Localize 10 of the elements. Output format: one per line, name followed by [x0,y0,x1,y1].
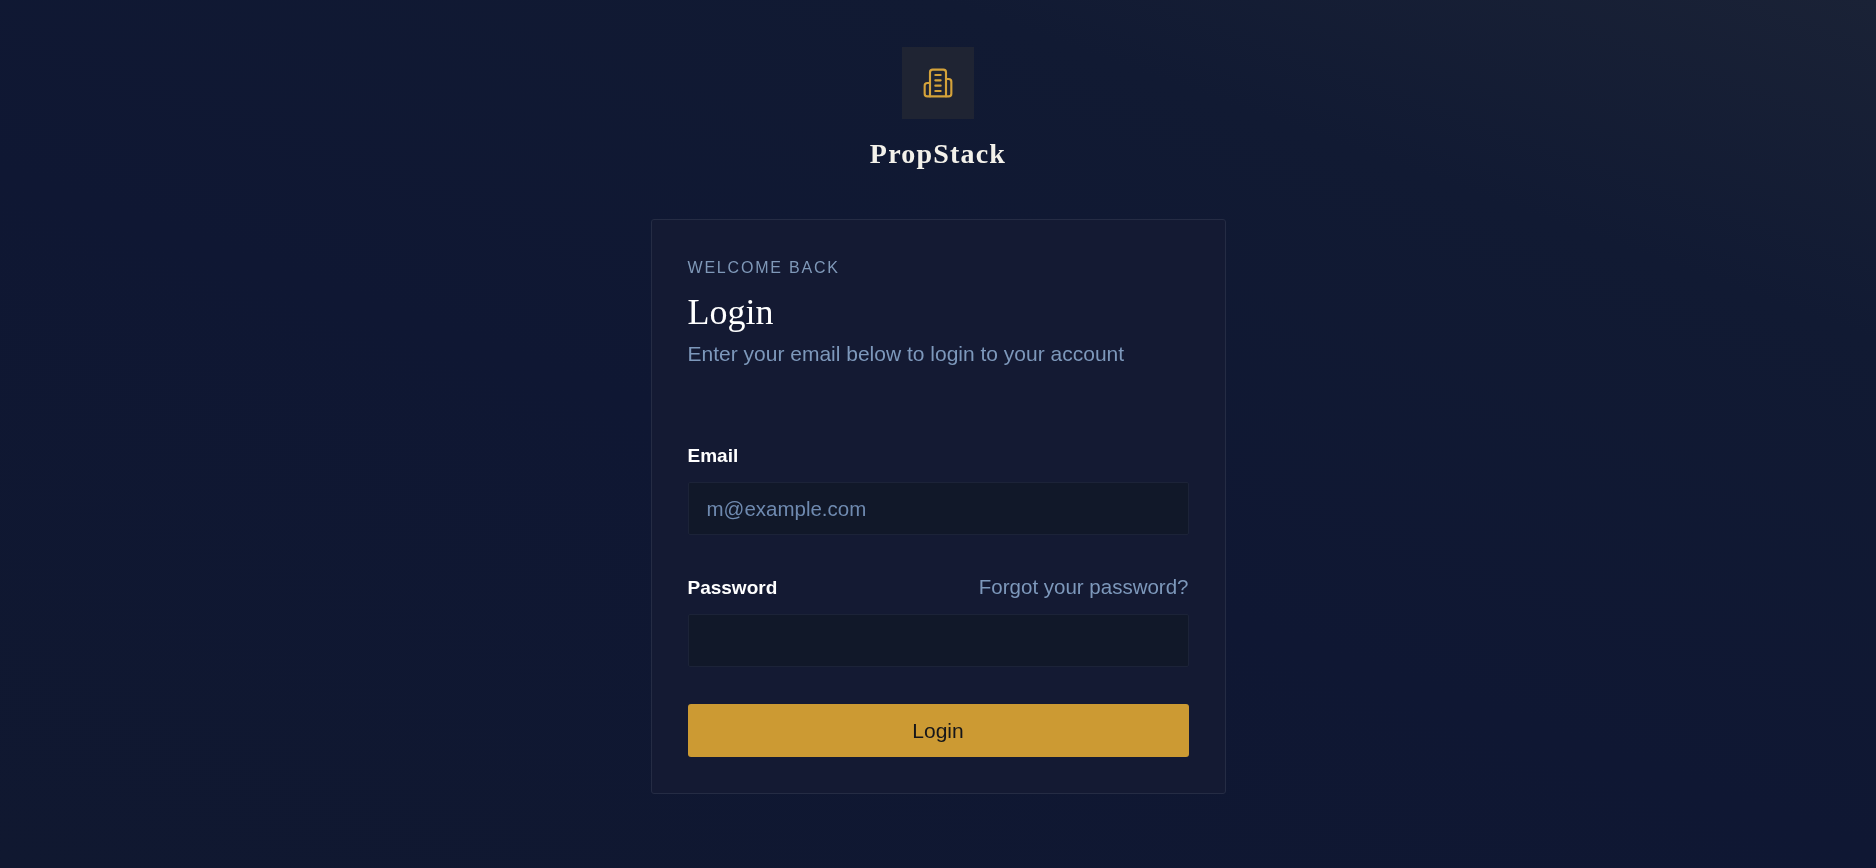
input-field[interactable]: m@example.com [687,482,1189,535]
building-icon [902,47,974,119]
card-subtitle: Enter your email below to login to your account [687,341,1126,367]
brand-name: PropStack [869,138,1007,170]
eyebrow-text: WELCOME BACK [687,258,841,278]
login-button[interactable]: Login [687,704,1189,757]
field-label: Email [687,444,739,468]
forgot-password-link[interactable]: Forgot your password? [978,575,1189,599]
card-title: Login [687,291,775,334]
field-label: Password [687,576,778,600]
